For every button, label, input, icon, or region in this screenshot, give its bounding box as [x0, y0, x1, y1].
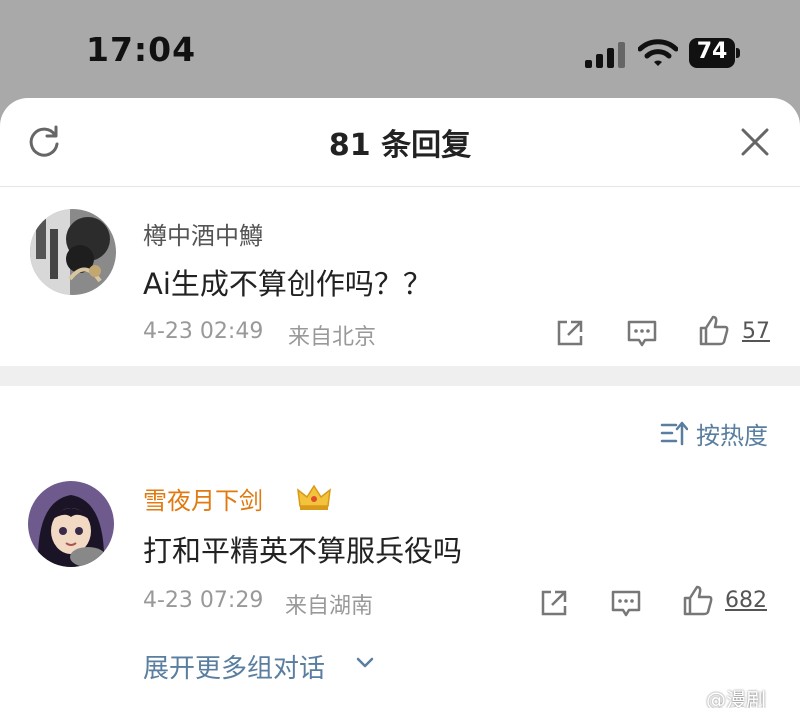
like-count[interactable]: 57 — [742, 319, 770, 344]
battery-icon: 74 — [689, 38, 741, 68]
sheet-header: 81 条回复 — [0, 98, 800, 187]
expand-conversation-link[interactable]: 展开更多组对话 — [143, 648, 325, 685]
comment-time: 4-23 02:49 — [143, 319, 264, 344]
comment-text: Ai生成不算创作吗？？ — [143, 267, 432, 301]
battery-level: 74 — [696, 39, 728, 64]
like-count[interactable]: 682 — [725, 588, 767, 613]
vip-crown-icon — [297, 484, 331, 510]
comment-author[interactable]: 雪夜月下剑 — [143, 481, 263, 516]
share-icon[interactable] — [553, 316, 587, 350]
like-icon[interactable] — [681, 584, 715, 618]
wifi-icon — [638, 39, 678, 66]
comment-icon[interactable] — [609, 586, 643, 620]
chevron-down-icon[interactable] — [356, 656, 374, 670]
status-bar: 17:04 74 — [0, 0, 800, 100]
sheet-title: 81 条回复 — [328, 128, 472, 163]
replies-sheet: 81 条回复 樽中酒中鱒 Ai生成不算创作吗？？ 4-23 02:49 来自北京 — [0, 98, 800, 708]
sort-icon — [660, 421, 688, 446]
reply-comment: 雪夜月下剑 打和平精英不算服兵役吗 4-23 07:29 来自湖南 682 — [0, 468, 800, 688]
comment-author[interactable]: 樽中酒中鱒 — [143, 216, 263, 251]
comment-location: 来自湖南 — [285, 594, 374, 619]
comment-text: 打和平精英不算服兵役吗 — [143, 534, 463, 568]
comment-location: 来自北京 — [288, 325, 377, 350]
root-comment: 樽中酒中鱒 Ai生成不算创作吗？？ 4-23 02:49 来自北京 57 — [0, 186, 800, 366]
sort-label: 按热度 — [696, 422, 768, 450]
close-icon[interactable] — [737, 124, 773, 160]
status-time: 17:04 — [86, 30, 197, 69]
avatar[interactable] — [28, 481, 114, 567]
share-icon[interactable] — [537, 586, 571, 620]
section-divider — [0, 366, 800, 386]
cellular-signal-icon — [585, 42, 625, 68]
comment-icon[interactable] — [625, 316, 659, 350]
like-icon[interactable] — [697, 314, 731, 348]
avatar[interactable] — [30, 209, 116, 295]
comment-time: 4-23 07:29 — [143, 588, 264, 613]
watermark: @漫剧 — [706, 688, 766, 708]
